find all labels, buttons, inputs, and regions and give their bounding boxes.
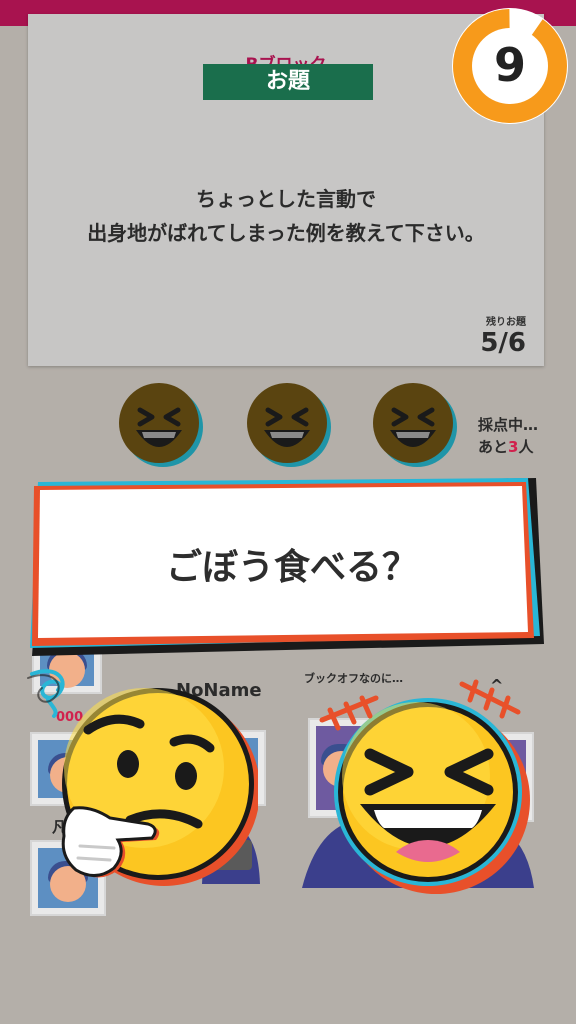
- remaining-label: 残りお題: [486, 317, 526, 328]
- laughing-face-icon: [319, 679, 530, 894]
- scoring-line-1: 採点中…: [478, 416, 539, 434]
- timer-value: 9: [493, 38, 526, 92]
- laughing-face-icon: [373, 383, 457, 467]
- scoring-prefix: あと: [478, 438, 509, 456]
- question-line-2: 出身地がばれてしまった例を教えて下さい。: [87, 221, 485, 245]
- remaining-count: 5/6: [480, 328, 526, 358]
- thinking-face-icon: [27, 669, 258, 886]
- laughing-face-icon: [119, 383, 203, 467]
- scoring-suffix: 人: [518, 438, 534, 456]
- scoring-line-2: あと3人: [478, 436, 538, 458]
- topic-badge: お題: [203, 64, 373, 100]
- answer-text: ごぼう食べる？: [165, 547, 418, 588]
- question-text: ちょっとした言動で 出身地がばれてしまった例を教えて下さい。: [28, 182, 544, 250]
- scoring-count: 3: [508, 438, 519, 456]
- laughing-face-icon: [247, 383, 331, 467]
- question-line-1: ちょっとした言動で: [196, 187, 376, 211]
- scoring-status: 採点中… あと3人: [478, 414, 538, 458]
